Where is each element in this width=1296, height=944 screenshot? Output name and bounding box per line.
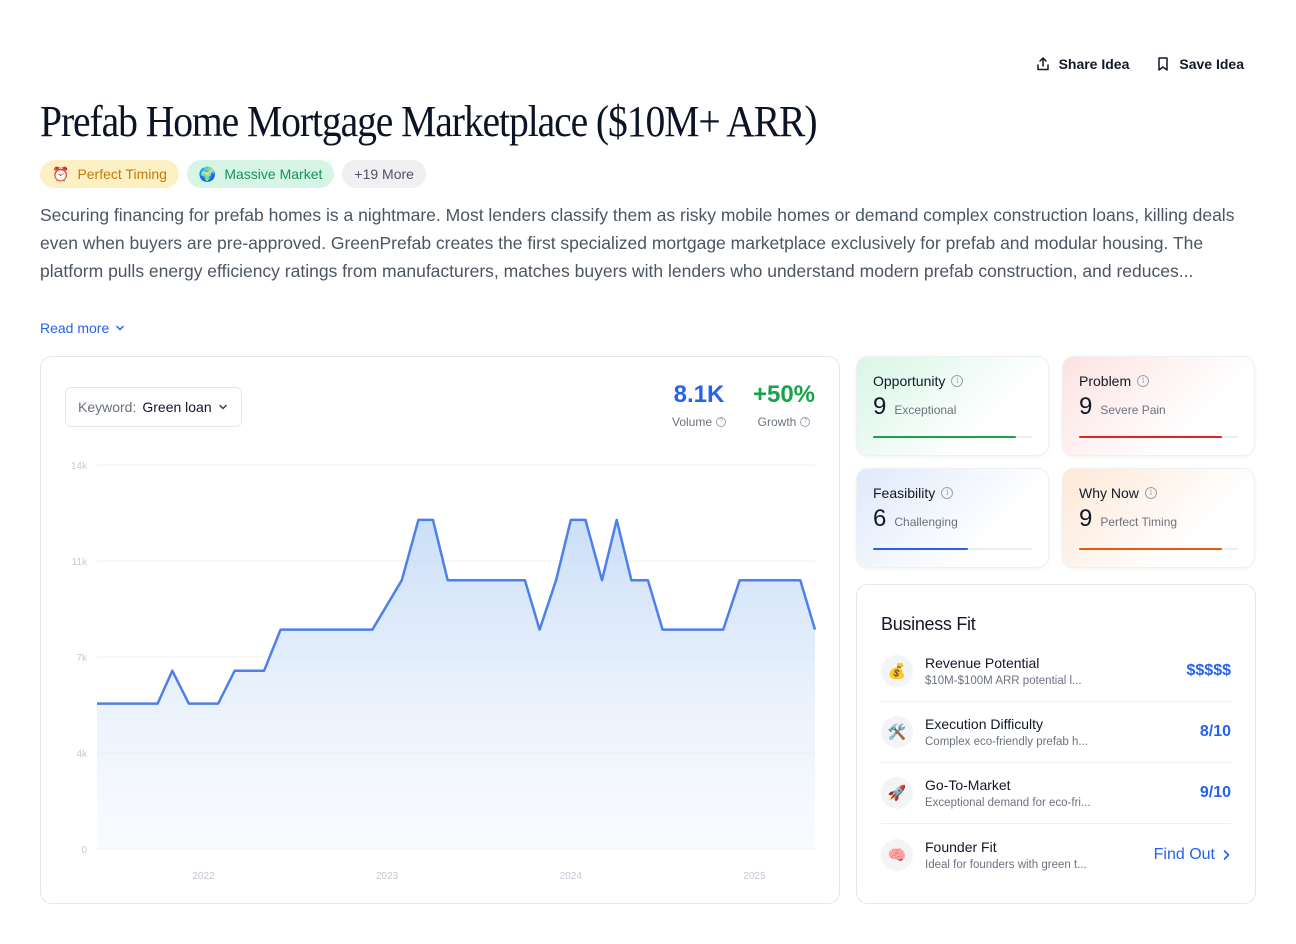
business-fit-card: Business Fit 💰 Revenue Potential $10M-$1… [856, 584, 1256, 904]
score-row: 6 Challenging [873, 505, 1032, 533]
find-out-link[interactable]: Find Out [1154, 846, 1231, 864]
find-out-label: Find Out [1153, 845, 1215, 863]
score-number: 9 [873, 393, 887, 420]
score-title-row: Opportunity i [873, 373, 1032, 389]
fit-item-name: Go-To-Market [925, 777, 1011, 793]
fit-item-value: 8/10 [1199, 723, 1231, 740]
score-word: Exceptional [894, 403, 957, 417]
badge-label: Perfect Timing [77, 166, 167, 182]
fit-item-sub: Ideal for founders with green t... [925, 858, 1087, 871]
fit-item-text: Go-To-Market Exceptional demand for eco-… [925, 777, 1105, 809]
fit-item-name: Execution Difficulty [925, 716, 1044, 732]
fit-item-revenue-potential[interactable]: 💰 Revenue Potential $10M-$100M ARR poten… [881, 641, 1231, 702]
score-title: Feasibility [873, 485, 936, 501]
score-card-why-now[interactable]: Why Now i 9 Perfect Timing [1062, 468, 1255, 568]
x-tick-label: 2025 [743, 871, 766, 882]
money-bag-icon: 💰 [881, 655, 913, 687]
share-icon [1036, 57, 1049, 71]
bookmark-icon [1158, 57, 1169, 71]
info-icon[interactable]: i [1137, 375, 1150, 387]
chevron-right-icon [1223, 849, 1230, 860]
x-tick-label: 2022 [192, 871, 215, 882]
score-bar [873, 436, 1032, 438]
score-bar [1079, 548, 1238, 550]
fit-item-founder-fit[interactable]: 🧠 Founder Fit Ideal for founders with gr… [881, 824, 1231, 885]
badge-massive-market[interactable]: 🌍 Massive Market [186, 160, 335, 188]
fit-item-sub: Exceptional demand for eco-fri... [925, 797, 1091, 809]
y-tick-label: 11k [72, 557, 88, 568]
score-row: 9 Severe Pain [1079, 393, 1238, 421]
y-tick-label: 0 [81, 845, 87, 856]
score-number: 9 [1079, 505, 1093, 532]
score-title: Problem [1079, 373, 1132, 389]
trend-chart: 14k 11k 7k 4k 0 2022 2023 2024 2025 [71, 461, 817, 882]
score-card-feasibility[interactable]: Feasibility i 6 Challenging [856, 468, 1049, 568]
globe-icon: 🌍 [198, 165, 217, 182]
info-icon[interactable]: i [951, 375, 964, 387]
y-tick-label: 14k [71, 461, 88, 472]
read-more-link[interactable]: Read more [40, 320, 125, 336]
badge-more-button[interactable]: +19 More [342, 160, 426, 188]
x-tick-label: 2024 [560, 871, 583, 882]
score-bar-fill [873, 548, 969, 550]
share-idea-button[interactable]: Share Idea [1035, 56, 1130, 72]
score-row: 9 Perfect Timing [1079, 505, 1238, 533]
score-number: 9 [1079, 393, 1093, 420]
y-tick-label: 4k [76, 749, 88, 760]
score-title: Why Now [1079, 485, 1139, 501]
fit-item-text: Founder Fit Ideal for founders with gree… [925, 839, 1105, 871]
chevron-down-icon [116, 325, 125, 331]
score-title-row: Problem i [1079, 373, 1238, 389]
tag-badges: ⏰ Perfect Timing 🌍 Massive Market +19 Mo… [40, 160, 426, 188]
score-word: Severe Pain [1100, 403, 1166, 417]
badge-perfect-timing[interactable]: ⏰ Perfect Timing [40, 160, 179, 188]
fit-item-text: Execution Difficulty Complex eco-friendl… [925, 716, 1105, 748]
save-idea-button[interactable]: Save Idea [1155, 56, 1244, 72]
x-tick-label: 2023 [376, 871, 399, 882]
idea-description: Securing financing for prefab homes is a… [40, 205, 1235, 281]
rocket-icon: 🚀 [881, 777, 913, 809]
score-word: Challenging [894, 515, 958, 529]
score-bar-fill [873, 436, 1017, 438]
business-fit-list: 💰 Revenue Potential $10M-$100M ARR poten… [881, 641, 1231, 885]
trend-area [97, 519, 815, 849]
fit-item-name: Revenue Potential [925, 655, 1040, 671]
business-fit-title: Business Fit [881, 614, 976, 634]
score-title-row: Why Now i [1079, 485, 1238, 501]
score-title-row: Feasibility i [873, 485, 1032, 501]
brain-icon: 🧠 [881, 838, 913, 871]
fit-item-go-to-market[interactable]: 🚀 Go-To-Market Exceptional demand for ec… [881, 763, 1231, 824]
fit-item-value: $$$$$ [1186, 662, 1232, 679]
share-idea-label: Share Idea [1058, 56, 1130, 72]
badge-label: Massive Market [224, 166, 323, 182]
top-actions: Share Idea Save Idea [1035, 56, 1244, 72]
score-bar [1079, 436, 1238, 438]
fit-item-sub: Complex eco-friendly prefab h... [925, 736, 1088, 748]
score-card-opportunity[interactable]: Opportunity i 9 Exceptional [856, 356, 1049, 456]
save-idea-label: Save Idea [1179, 56, 1244, 72]
score-bar-fill [1079, 548, 1223, 550]
alarm-clock-icon: ⏰ [52, 165, 70, 182]
score-number: 6 [873, 505, 887, 532]
score-title: Opportunity [873, 373, 946, 389]
fit-item-value: 9/10 [1199, 784, 1231, 801]
read-more-label: Read more [40, 320, 110, 336]
badge-label: +19 More [354, 166, 414, 182]
fit-item-sub: $10M-$100M ARR potential l... [925, 675, 1082, 687]
fit-item-text: Revenue Potential $10M-$100M ARR potenti… [925, 655, 1105, 687]
score-bar-fill [1079, 436, 1223, 438]
score-card-problem[interactable]: Problem i 9 Severe Pain [1062, 356, 1255, 456]
page-title: Prefab Home Mortgage Marketplace ($10M+ … [40, 97, 818, 146]
info-icon[interactable]: i [941, 487, 954, 499]
score-bar [873, 548, 1032, 550]
fit-item-execution-difficulty[interactable]: 🛠️ Execution Difficulty Complex eco-frie… [881, 702, 1231, 763]
info-icon[interactable]: i [1144, 487, 1157, 499]
fit-item-name: Founder Fit [925, 838, 997, 855]
keyword-trend-card: Keyword: Green loan 8.1K Volume ? +50% G… [40, 356, 840, 904]
y-tick-label: 7k [76, 653, 88, 664]
tools-icon: 🛠️ [881, 716, 913, 748]
score-word: Perfect Timing [1100, 515, 1178, 529]
score-row: 9 Exceptional [873, 393, 1032, 421]
